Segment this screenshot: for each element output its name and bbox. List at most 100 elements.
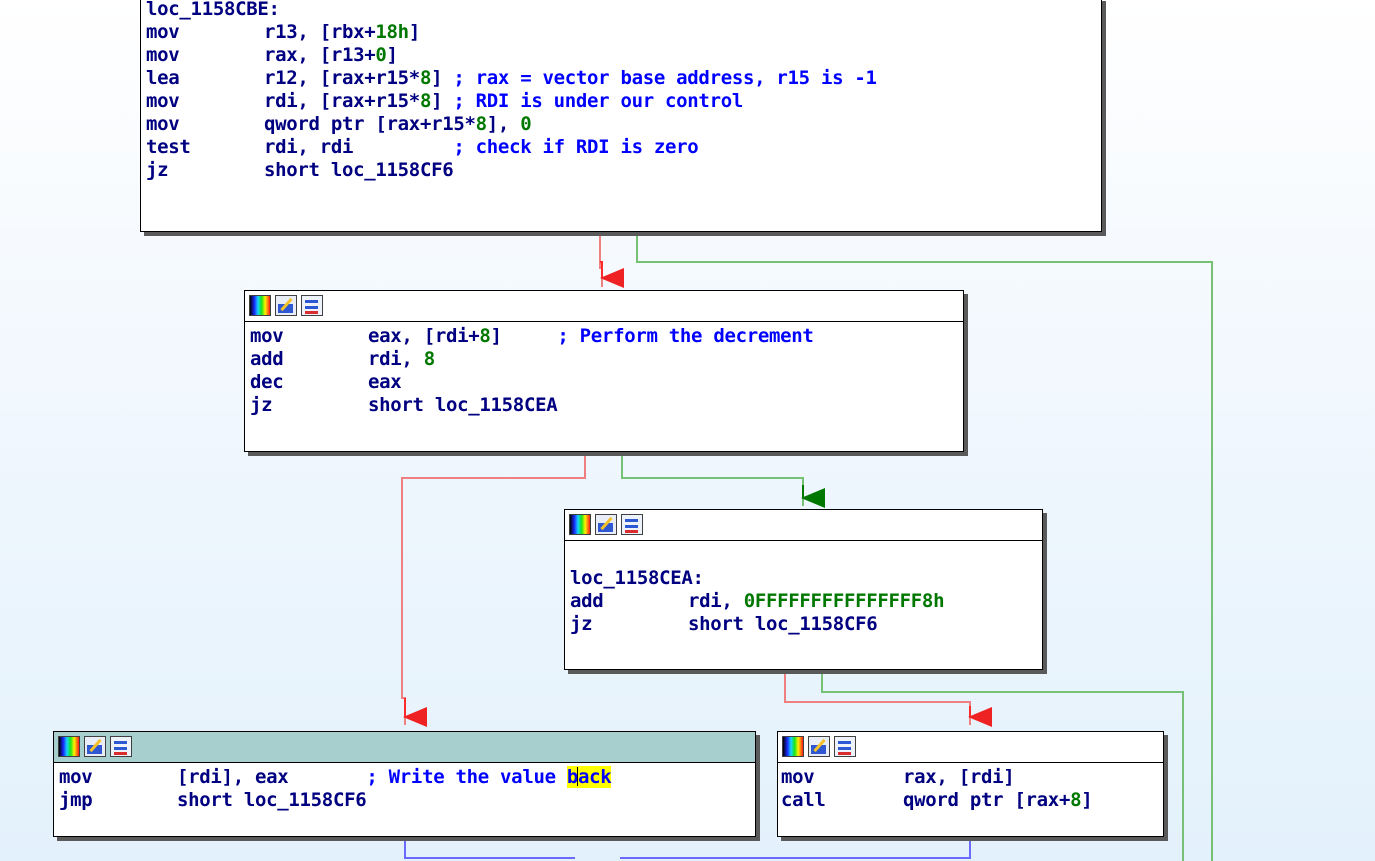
comment: ; check if RDI is zero xyxy=(453,136,699,158)
instruction-line[interactable]: lea r12, [rax+r15*8] ; rax = vector base … xyxy=(146,67,1101,90)
operand: r12, [rax+r15* xyxy=(264,67,420,89)
instruction-line[interactable]: dec eax xyxy=(250,371,963,394)
code-label[interactable]: loc_1158CEA: xyxy=(570,567,1042,590)
mnemonic: mov xyxy=(146,44,180,66)
block-call[interactable]: mov rax, [rdi] call qword ptr [rax+8] xyxy=(777,731,1164,837)
instruction-line[interactable]: call qword ptr [rax+8] xyxy=(781,789,1163,812)
operand: qword ptr [rax+r15* xyxy=(264,113,476,135)
operand: ] xyxy=(386,44,398,66)
mnemonic: lea xyxy=(146,67,180,89)
operand: rax, [r13+ xyxy=(264,44,376,66)
instruction-line[interactable]: mov qword ptr [rax+r15*8], 0 xyxy=(146,113,1101,136)
graph-overview-icon[interactable] xyxy=(301,295,323,316)
instruction-line[interactable]: mov rax, [r13+0] xyxy=(146,44,1101,67)
instruction-line[interactable]: jmp short loc_1158CF6 xyxy=(59,789,755,812)
immediate-value: 0 xyxy=(375,44,387,66)
immediate-value: 8 xyxy=(419,67,432,89)
mnemonic: add xyxy=(570,590,604,612)
colors-icon[interactable] xyxy=(782,736,804,757)
instruction-line[interactable]: mov rdi, [rax+r15*8] ; RDI is under our c… xyxy=(146,90,1101,113)
block-decrement[interactable]: mov eax, [rdi+8] ; Perform the decrement a… xyxy=(244,290,964,452)
graph-overview-icon[interactable] xyxy=(834,736,856,757)
immediate-value: 8 xyxy=(419,90,432,112)
operand: short loc_1158CF6 xyxy=(688,613,878,635)
mnemonic: mov xyxy=(146,21,180,43)
edit-icon[interactable] xyxy=(275,295,297,316)
comment: ; rax = vector base address, r15 is -1 xyxy=(453,67,877,89)
mnemonic: test xyxy=(146,136,191,158)
operand: short loc_1158CF6 xyxy=(264,159,454,181)
code-label[interactable]: loc_1158CBE: xyxy=(146,0,1101,21)
immediate-value: 8 xyxy=(423,348,435,370)
instruction-line[interactable]: mov eax, [rdi+8] ; Perform the decrement xyxy=(250,325,963,348)
operand: rdi, xyxy=(368,348,424,370)
mnemonic: jz xyxy=(146,159,169,181)
mnemonic: jmp xyxy=(59,789,93,811)
edge-call-to-cf6 xyxy=(620,838,971,859)
label-text[interactable]: loc_1158CBE: xyxy=(146,0,280,20)
instruction-line[interactable]: jz short loc_1158CF6 xyxy=(570,613,1042,636)
operand: qword ptr [rax+ xyxy=(903,789,1071,811)
operand: rdi, [rax+r15* xyxy=(264,90,420,112)
mnemonic: mov xyxy=(59,766,93,788)
label-text[interactable]: loc_1158CEA: xyxy=(570,567,704,589)
comment: ack xyxy=(578,766,612,788)
operand: ] xyxy=(408,21,420,43)
operand: rdi, rdi xyxy=(264,136,454,158)
operand: ] xyxy=(431,90,454,112)
instruction-line[interactable]: mov r13, [rbx+18h] xyxy=(146,21,1101,44)
colors-icon[interactable] xyxy=(249,295,271,316)
block-loc-1158cea[interactable]: loc_1158CEA: add rdi, 0FFFFFFFFFFFFFFF8h jz… xyxy=(564,509,1043,670)
instruction-line[interactable]: mov rax, [rdi] xyxy=(781,766,1163,789)
instruction-line[interactable]: add rdi, 0FFFFFFFFFFFFFFF8h xyxy=(570,590,1042,613)
operand: eax, [rdi+ xyxy=(368,325,480,347)
block-write-back[interactable]: mov [rdi], eax ; Write the value back jmp s… xyxy=(53,731,756,837)
block-loc-1158cbe[interactable]: loc_1158CBE: mov r13, [rbx+18h] mov rax, [r1… xyxy=(140,0,1102,232)
operand: eax xyxy=(368,371,402,393)
operand: rax, [rdi] xyxy=(903,766,1015,788)
immediate-value: 8 xyxy=(475,113,487,135)
edge-top-to-decrement xyxy=(599,234,603,287)
edge-cea-to-call xyxy=(784,670,971,725)
edit-icon[interactable] xyxy=(808,736,830,757)
mnemonic: add xyxy=(250,348,284,370)
mnemonic: call xyxy=(781,789,826,811)
instruction-line[interactable]: jz short loc_1158CF6 xyxy=(146,159,1101,182)
colors-icon[interactable] xyxy=(58,736,80,757)
edit-icon[interactable] xyxy=(595,514,617,535)
edge-write-to-cf6 xyxy=(404,838,575,859)
instruction-line[interactable] xyxy=(570,544,1042,567)
operand: ] xyxy=(1081,789,1093,811)
instruction-line[interactable]: jz short loc_1158CEA xyxy=(250,394,963,417)
immediate-value: 18h xyxy=(375,21,409,43)
graph-overview-icon[interactable] xyxy=(621,514,643,535)
comment: ; Write the value xyxy=(366,766,567,788)
mnemonic: mov xyxy=(146,90,180,112)
operand: [rdi], eax xyxy=(177,766,367,788)
instruction-line[interactable]: test rdi, rdi ; check if RDI is zero xyxy=(146,136,1101,159)
block-header xyxy=(778,732,1163,763)
block-header xyxy=(565,510,1042,541)
mnemonic: mov xyxy=(250,325,284,347)
mnemonic: mov xyxy=(781,766,815,788)
immediate-value: 8 xyxy=(1070,789,1082,811)
operand: short loc_1158CF6 xyxy=(177,789,367,811)
operand: rdi, xyxy=(688,590,744,612)
edge-decrement-to-write xyxy=(401,452,586,725)
mnemonic: jz xyxy=(250,394,273,416)
mnemonic: mov xyxy=(146,113,180,135)
operand: short loc_1158CEA xyxy=(368,394,558,416)
immediate-value: 0 xyxy=(520,113,532,135)
mnemonic: jz xyxy=(570,613,593,635)
operand: r13, [rbx+ xyxy=(264,21,376,43)
instruction-line[interactable]: mov [rdi], eax ; Write the value back xyxy=(59,766,755,789)
operand: ], xyxy=(486,113,521,135)
block-code: mov rax, [rdi] call qword ptr [rax+8] xyxy=(778,763,1163,812)
edit-icon[interactable] xyxy=(84,736,106,757)
immediate-value: 8 xyxy=(479,325,491,347)
graph-overview-icon[interactable] xyxy=(110,736,132,757)
instruction-line[interactable]: add rdi, 8 xyxy=(250,348,963,371)
colors-icon[interactable] xyxy=(569,514,591,535)
block-code: mov eax, [rdi+8] ; Perform the decrement a… xyxy=(245,322,963,417)
block-header-selected xyxy=(54,732,755,763)
